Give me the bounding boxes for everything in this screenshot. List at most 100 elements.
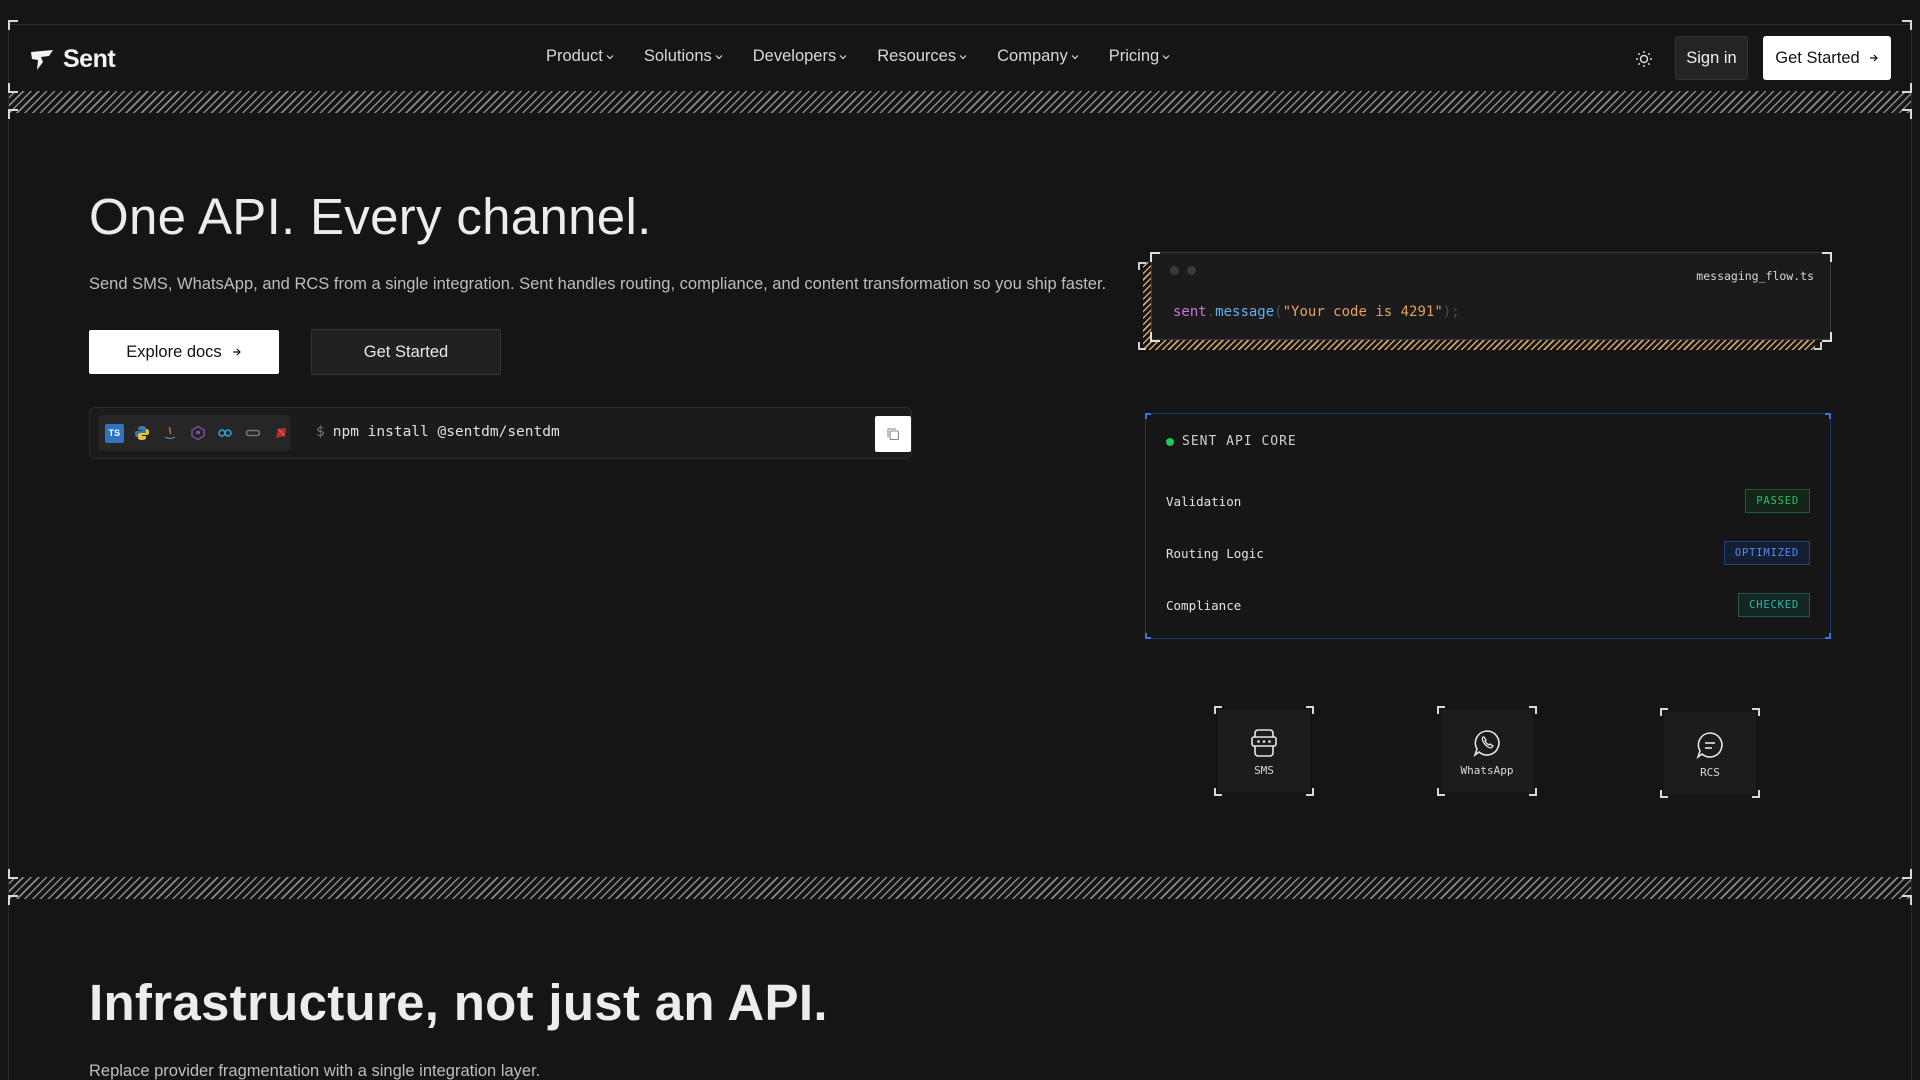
nav-product[interactable]: Product <box>546 47 614 66</box>
window-dot <box>1170 266 1179 275</box>
status-badge: PASSED <box>1745 489 1810 513</box>
frame-corner <box>8 109 18 119</box>
ruby-icon[interactable] <box>271 424 290 443</box>
frame-corner <box>8 869 18 879</box>
card-corner <box>1145 413 1151 419</box>
window-dots <box>1170 266 1196 275</box>
frame-corner <box>1902 869 1912 879</box>
code-line: sent.message("Your code is 4291"); <box>1173 304 1460 320</box>
chevron-down-icon <box>606 54 614 59</box>
code-token-close: ); <box>1442 304 1460 320</box>
install-command: $ npm install @sentdm/sentdm <box>316 424 560 440</box>
nav-product-label: Product <box>546 47 603 65</box>
nav-company[interactable]: Company <box>997 47 1079 66</box>
card-corner <box>1150 332 1160 342</box>
sms-icon <box>1251 729 1277 757</box>
section-subtitle: Replace provider fragmentation with a si… <box>89 1062 541 1080</box>
code-filename: messaging_flow.ts <box>1696 269 1814 283</box>
install-command-box: TS $ npm install @sentdm/sentdm <box>89 407 912 459</box>
window-dot <box>1187 266 1196 275</box>
nav-resources[interactable]: Resources <box>877 47 967 66</box>
frame-corner <box>1902 20 1912 30</box>
code-editor: messaging_flow.ts sent.message("Your cod… <box>1151 252 1831 340</box>
nav-developers[interactable]: Developers <box>753 47 847 66</box>
frame-corner <box>8 895 18 905</box>
sign-in-button[interactable]: Sign in <box>1675 36 1748 80</box>
frame-corner <box>1902 895 1912 905</box>
logo-text: Sent <box>63 45 116 73</box>
frame-corner <box>8 20 18 30</box>
nav-pricing[interactable]: Pricing <box>1109 47 1170 66</box>
explore-docs-button[interactable]: Explore docs <box>89 330 279 374</box>
typescript-icon[interactable]: TS <box>105 423 124 443</box>
whatsapp-icon <box>1473 730 1500 758</box>
status-dot <box>1166 437 1174 446</box>
header-get-started-button[interactable]: Get Started <box>1763 36 1891 80</box>
core-row-label: Validation <box>1166 493 1242 509</box>
nav-developers-label: Developers <box>752 47 837 65</box>
copy-button[interactable] <box>875 416 911 452</box>
chevron-down-icon <box>1071 54 1079 59</box>
card-corner <box>1150 252 1160 262</box>
frame-corner <box>8 83 18 93</box>
main-nav: Product Solutions Developers Resources C… <box>546 47 1170 66</box>
core-row-label: Routing Logic <box>1166 545 1264 561</box>
channel-label: SMS <box>1254 764 1274 777</box>
chevron-down-icon <box>839 54 847 59</box>
channel-sms[interactable]: SMS <box>1214 706 1314 796</box>
code-token-open: ( <box>1274 304 1283 320</box>
sent-logo-icon <box>31 49 53 70</box>
java-icon[interactable] <box>160 424 179 443</box>
logo[interactable]: Sent <box>29 45 116 74</box>
nav-resources-label: Resources <box>877 47 957 65</box>
channel-label: RCS <box>1700 766 1720 779</box>
code-snippet-card: messaging_flow.ts sent.message("Your cod… <box>1138 252 1832 354</box>
nav-pricing-label: Pricing <box>1108 47 1160 65</box>
card-corner <box>1822 252 1832 262</box>
api-core-title-text: SENT API CORE <box>1182 434 1297 449</box>
link-icon[interactable] <box>244 424 263 443</box>
frame-corner <box>1902 109 1912 119</box>
channel-label: WhatsApp <box>1460 764 1514 777</box>
language-selector: TS <box>98 415 290 451</box>
arrow-right-icon <box>232 348 241 356</box>
go-icon[interactable] <box>216 424 235 443</box>
api-core-title: SENT API CORE <box>1166 434 1297 449</box>
arrow-right-icon <box>1869 54 1878 62</box>
hero-subtitle: Send SMS, WhatsApp, and RCS from a singl… <box>89 275 1107 293</box>
card-corner <box>1138 262 1146 270</box>
card-corner <box>1822 332 1832 342</box>
code-token-string: "Your code is 4291" <box>1282 304 1443 320</box>
top-header: Sent Product Solutions Developers Resour… <box>9 25 1911 91</box>
channel-whatsapp[interactable]: WhatsApp <box>1437 706 1537 796</box>
hero-title: One API. Every channel. <box>89 188 652 245</box>
nav-company-label: Company <box>997 47 1068 65</box>
card-corner <box>1138 342 1146 350</box>
chevron-down-icon <box>959 54 967 59</box>
code-token-object: sent <box>1173 304 1207 320</box>
card-corner <box>1145 633 1151 639</box>
status-badge: OPTIMIZED <box>1723 541 1810 565</box>
section-title: Infrastructure, not just an API. <box>89 974 828 1031</box>
frame-corner <box>1902 83 1912 93</box>
channel-rcs[interactable]: RCS <box>1660 708 1760 798</box>
code-token-dot: . <box>1206 304 1216 320</box>
api-core-panel: SENT API CORE Validation PASSED Routing … <box>1145 413 1831 639</box>
core-row-validation: Validation PASSED <box>1166 488 1810 514</box>
nav-solutions[interactable]: Solutions <box>644 47 723 66</box>
php-icon[interactable] <box>188 424 207 443</box>
theme-toggle-button[interactable] <box>1632 47 1656 71</box>
core-row-compliance: Compliance CHECKED <box>1166 592 1810 618</box>
chevron-down-icon <box>715 54 723 59</box>
copy-icon <box>887 428 900 441</box>
card-corner <box>1814 342 1822 350</box>
explore-docs-label: Explore docs <box>126 342 222 361</box>
python-icon[interactable] <box>133 424 152 443</box>
code-token-method: message <box>1215 304 1275 320</box>
core-row-routing: Routing Logic OPTIMIZED <box>1166 540 1810 566</box>
hero-get-started-button[interactable]: Get Started <box>311 329 501 375</box>
sun-icon <box>1636 51 1652 67</box>
install-command-text: npm install @sentdm/sentdm <box>332 424 560 440</box>
nav-solutions-label: Solutions <box>643 47 712 65</box>
rcs-chat-icon <box>1696 732 1723 760</box>
